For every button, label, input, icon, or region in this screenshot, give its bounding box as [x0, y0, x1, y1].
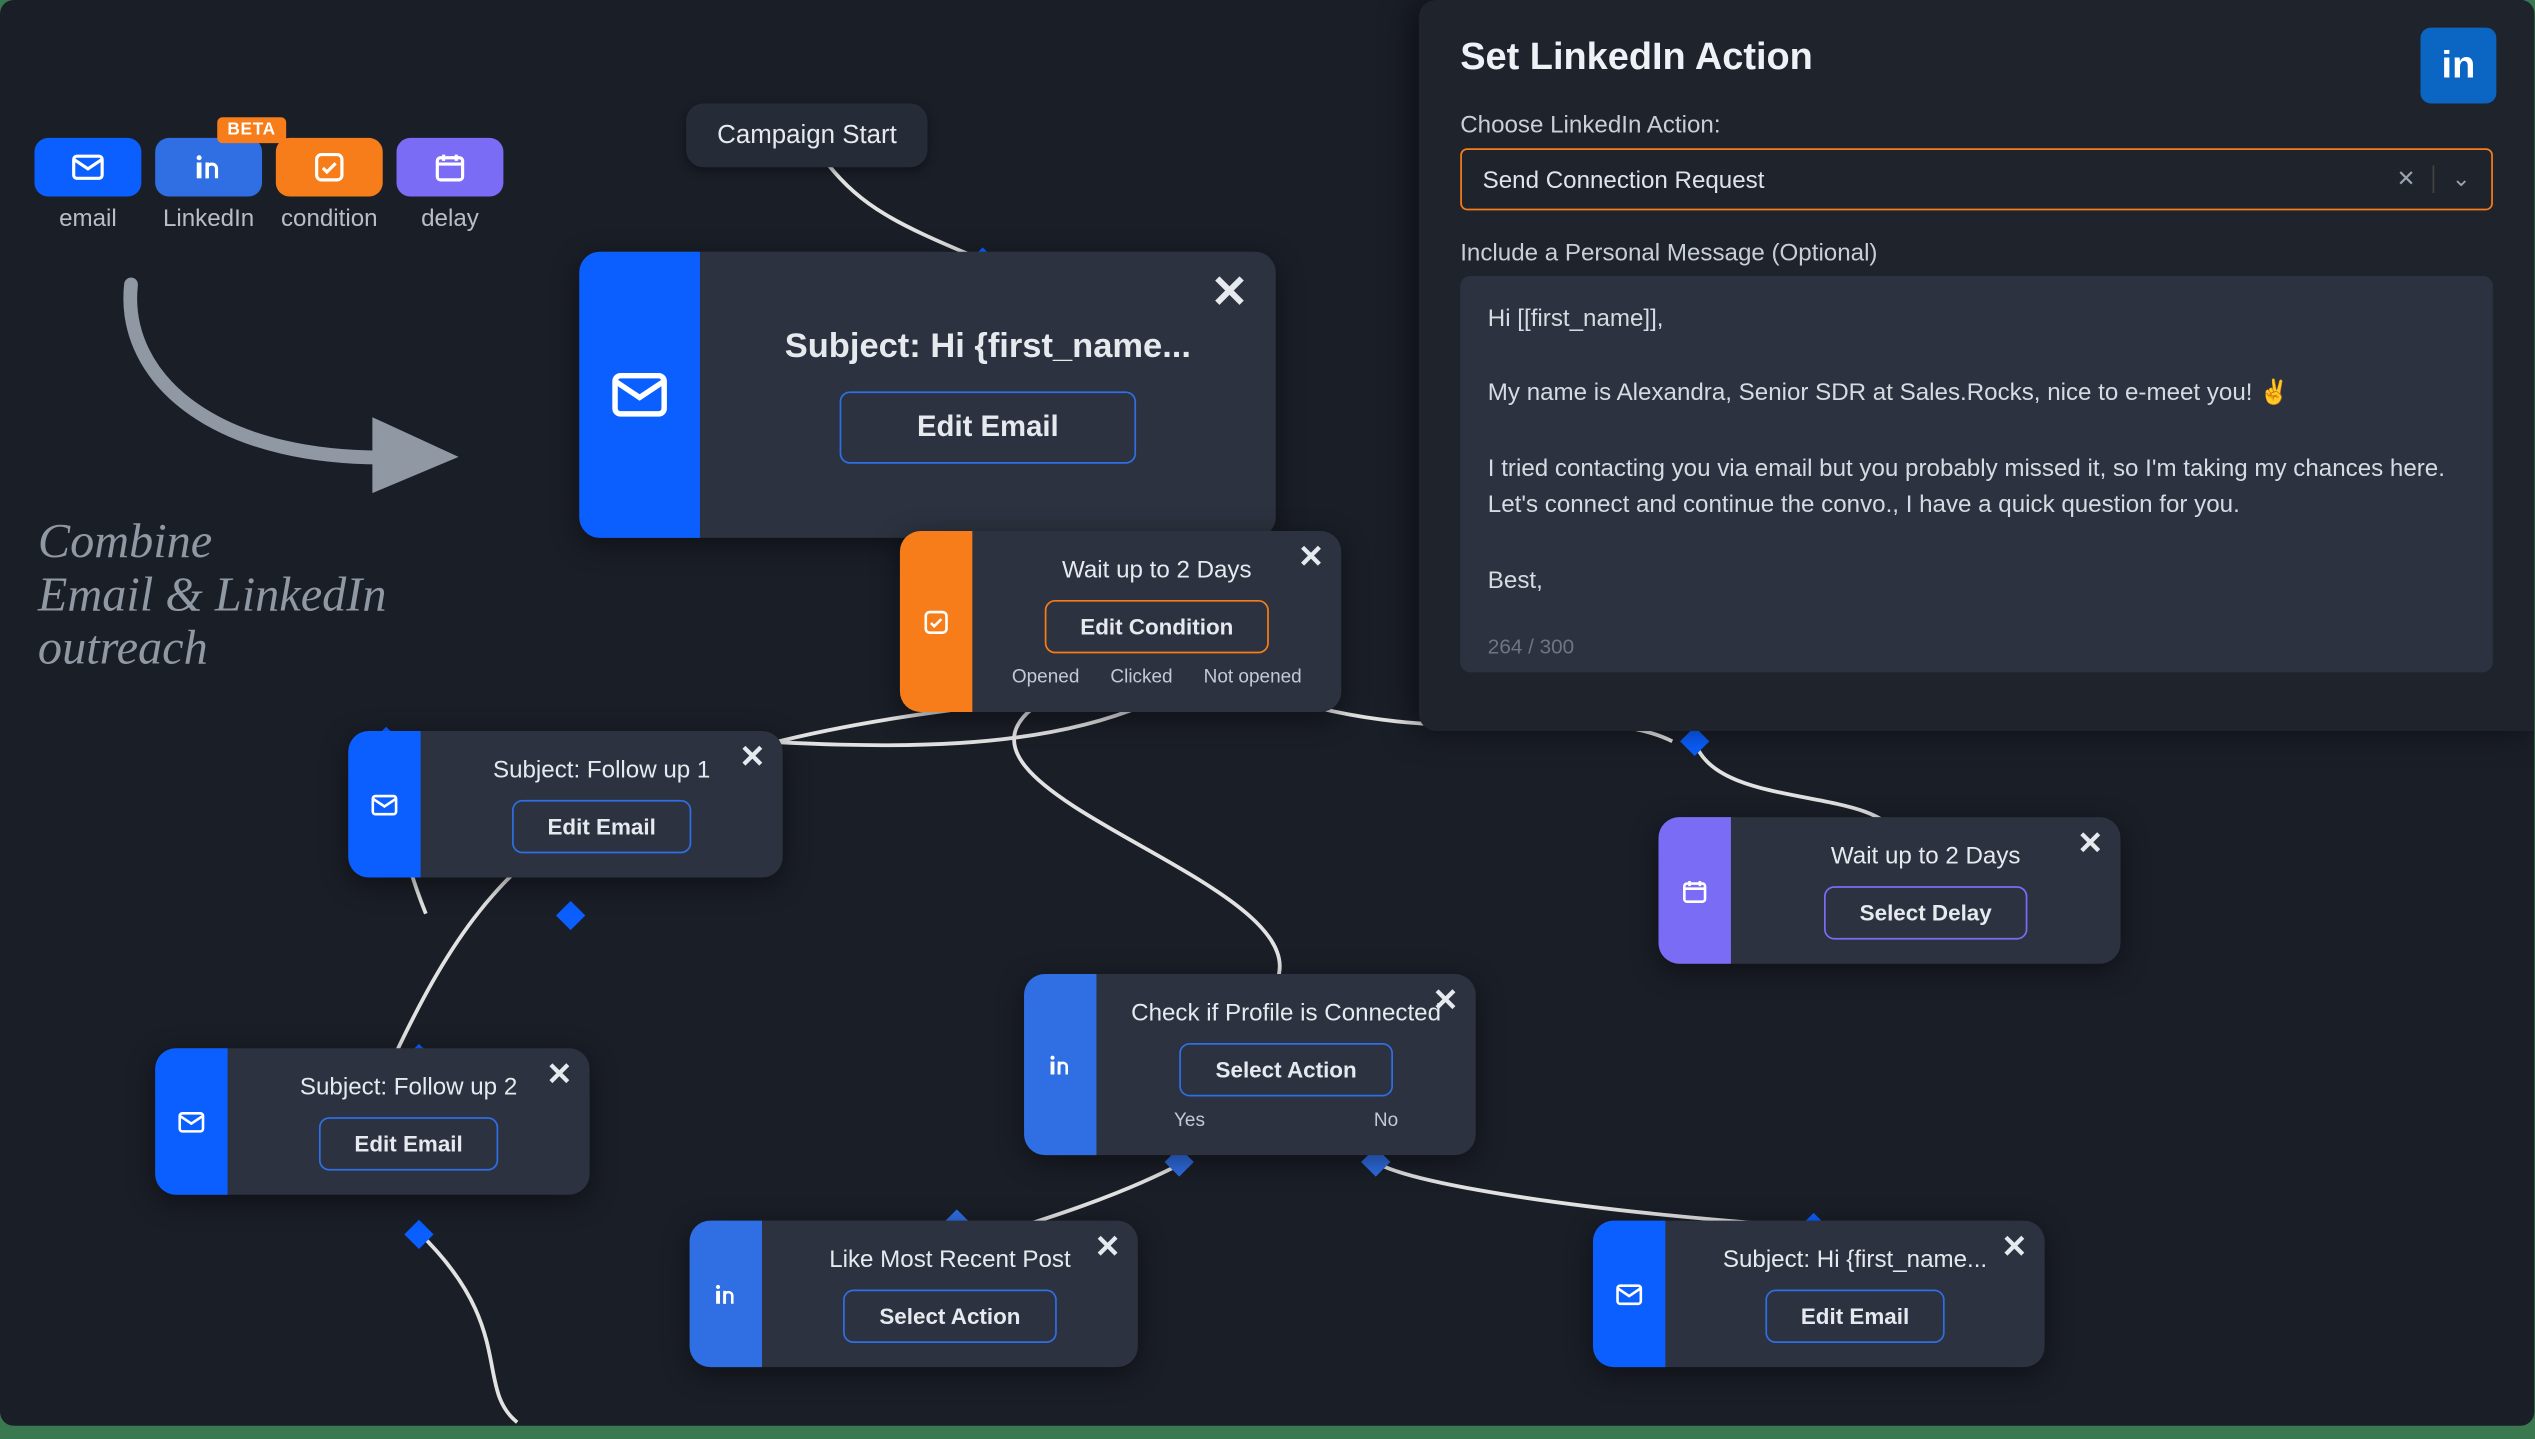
calendar-icon: [1679, 875, 1710, 906]
branch-yes: Yes: [1174, 1110, 1205, 1131]
close-icon[interactable]: ✕: [739, 741, 765, 772]
message-text: Hi [[first_name]], My name is Alexandra,…: [1488, 300, 2466, 624]
personal-message-textarea[interactable]: Hi [[first_name]], My name is Alexandra,…: [1460, 276, 2493, 673]
node-title: Like Most Recent Post: [829, 1245, 1070, 1273]
campaign-start-chip: Campaign Start: [686, 103, 928, 167]
node-linkedin-like[interactable]: ✕ Like Most Recent Post Select Action: [690, 1221, 1138, 1368]
select-action-button[interactable]: Select Action: [843, 1290, 1057, 1343]
node-condition[interactable]: ✕ Wait up to 2 Days Edit Condition Opene…: [900, 531, 1341, 712]
branch-opened: Opened: [1012, 667, 1080, 688]
node-title: Subject: Hi {first_name...: [785, 327, 1191, 367]
linkedin-action-panel: in Set LinkedIn Action Choose LinkedIn A…: [1419, 0, 2534, 731]
edit-email-button[interactable]: Edit Email: [318, 1117, 499, 1170]
close-icon[interactable]: ✕: [1298, 541, 1324, 572]
palette-delay-label: delay: [421, 203, 479, 231]
mail-icon: [176, 1106, 207, 1137]
edit-condition-button[interactable]: Edit Condition: [1044, 600, 1270, 653]
palette-linkedin-label: LinkedIn: [163, 203, 254, 231]
palette-email[interactable]: email: [34, 138, 141, 231]
node-title: Subject: Hi {first_name...: [1723, 1245, 1987, 1273]
node-email-1[interactable]: ✕ Subject: Hi {first_name... Edit Email: [579, 252, 1275, 538]
check-icon: [921, 606, 952, 637]
node-title: Wait up to 2 Days: [1062, 555, 1252, 583]
linkedin-icon: [710, 1278, 741, 1309]
edit-email-button[interactable]: Edit Email: [1765, 1290, 1946, 1343]
choose-action-label: Choose LinkedIn Action:: [1460, 110, 2493, 138]
node-title: Subject: Follow up 2: [300, 1072, 517, 1100]
linkedin-logo-icon: in: [2420, 28, 2496, 104]
node-email-2[interactable]: ✕ Subject: Hi {first_name... Edit Email: [1593, 1221, 2045, 1368]
palette-email-label: email: [59, 203, 117, 231]
node-followup-2[interactable]: ✕ Subject: Follow up 2 Edit Email: [155, 1048, 589, 1195]
close-icon[interactable]: ✕: [1211, 269, 1249, 314]
caption: Combine Email & LinkedIn outreach: [38, 517, 387, 676]
palette-condition[interactable]: condition: [276, 138, 383, 231]
palette-condition-label: condition: [281, 203, 378, 231]
close-icon[interactable]: ✕: [546, 1059, 572, 1090]
node-followup-1[interactable]: ✕ Subject: Follow up 1 Edit Email: [348, 731, 782, 878]
mail-icon: [369, 789, 400, 820]
close-icon[interactable]: ✕: [1432, 984, 1458, 1015]
edit-email-button[interactable]: Edit Email: [511, 800, 692, 853]
panel-heading: Set LinkedIn Action: [1460, 34, 2493, 79]
close-icon[interactable]: ✕: [2001, 1231, 2027, 1262]
node-title: Subject: Follow up 1: [493, 755, 710, 783]
palette-delay[interactable]: delay: [397, 138, 504, 231]
chevron-down-icon[interactable]: ⌄: [2452, 166, 2471, 194]
select-value: Send Connection Request: [1483, 166, 1765, 194]
mail-icon: [1614, 1278, 1645, 1309]
select-delay-button[interactable]: Select Delay: [1823, 886, 2027, 939]
close-icon[interactable]: ✕: [1095, 1231, 1121, 1262]
branch-not-opened: Not opened: [1204, 667, 1302, 688]
node-title: Wait up to 2 Days: [1831, 841, 2021, 869]
beta-badge: BETA: [217, 117, 286, 143]
edit-email-button[interactable]: Edit Email: [839, 390, 1136, 462]
branch-no: No: [1374, 1110, 1398, 1131]
linkedin-action-select[interactable]: Send Connection Request ✕ ⌄: [1460, 148, 2493, 210]
mail-icon: [607, 362, 673, 428]
node-linkedin-check[interactable]: ✕ Check if Profile is Connected Select A…: [1024, 974, 1476, 1155]
node-palette: email BETA LinkedIn condition delay: [34, 138, 503, 231]
branch-clicked: Clicked: [1110, 667, 1172, 688]
select-action-button[interactable]: Select Action: [1179, 1043, 1393, 1096]
node-delay[interactable]: ✕ Wait up to 2 Days Select Delay: [1658, 817, 2120, 964]
palette-linkedin[interactable]: BETA LinkedIn: [155, 138, 262, 231]
node-title: Check if Profile is Connected: [1131, 998, 1441, 1026]
linkedin-icon: [1045, 1049, 1076, 1080]
personal-message-label: Include a Personal Message (Optional): [1460, 238, 2493, 266]
clear-icon[interactable]: ✕: [2397, 166, 2416, 194]
char-counter: 264 / 300: [1488, 624, 2466, 672]
hand-arrow: [114, 276, 493, 517]
close-icon[interactable]: ✕: [2077, 828, 2103, 859]
